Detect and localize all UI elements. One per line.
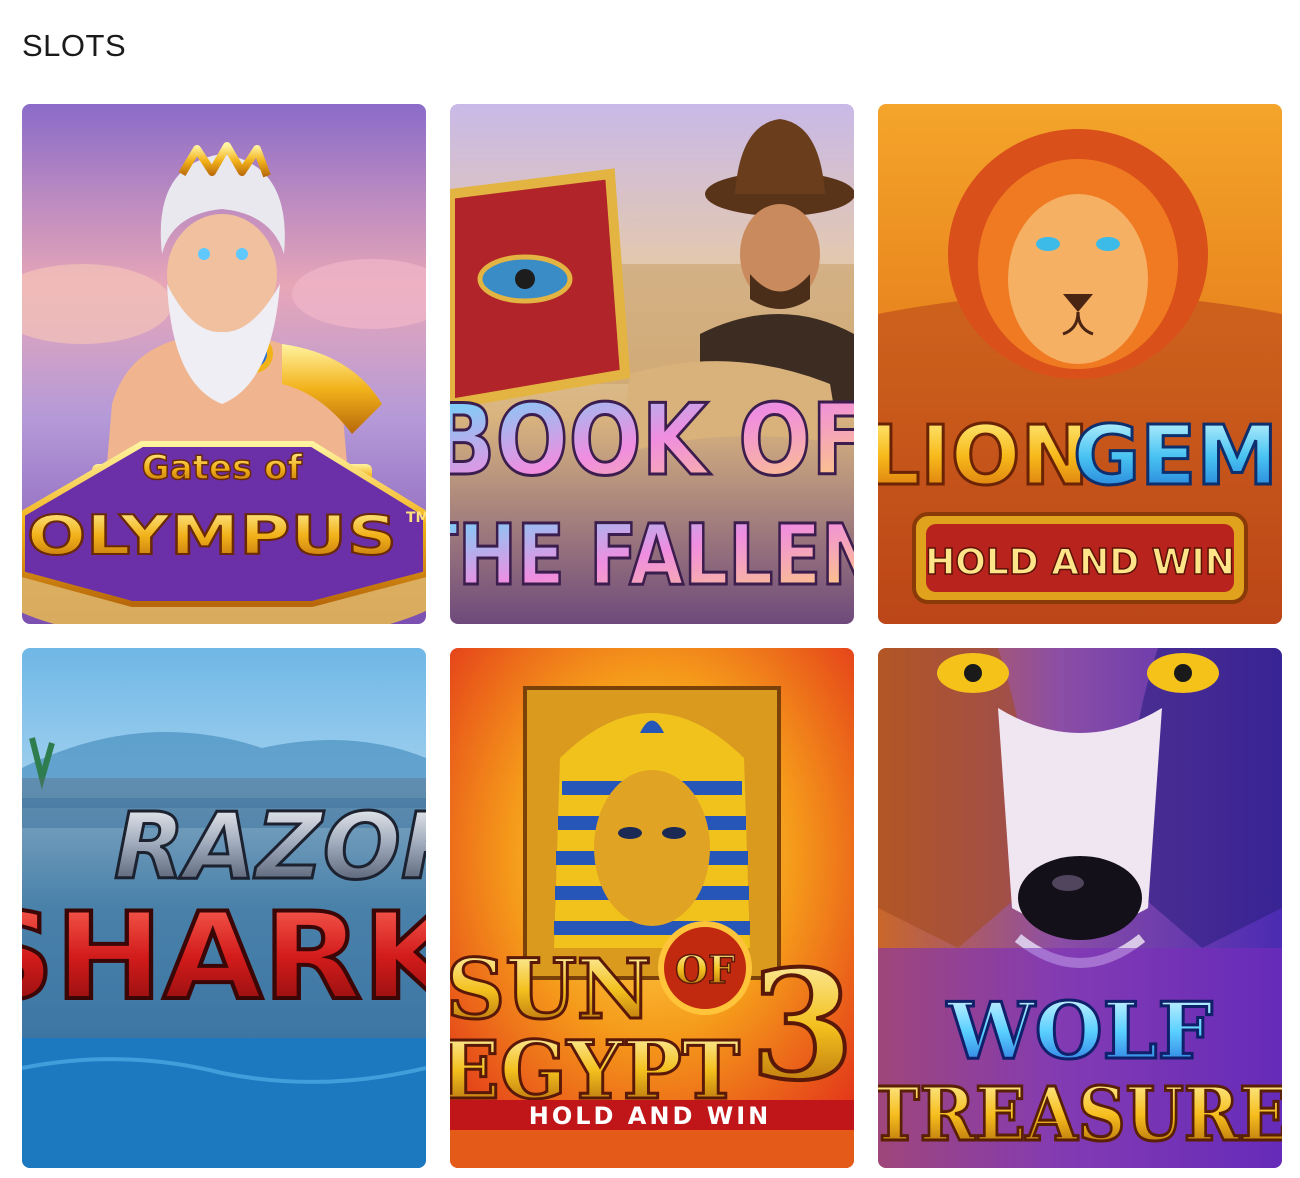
title-line-2: OLYMPUS xyxy=(27,504,397,567)
game-card-sun-of-egypt-3[interactable]: SUN OF EGYPT 3 HOLD AND WIN xyxy=(450,648,854,1168)
lion-artwork: LION GEMS HOLD AND WIN xyxy=(878,104,1282,624)
title-line-1: RAZOR xyxy=(114,793,426,900)
title-line-1: WOLF xyxy=(946,986,1213,1077)
title-line-1: Gates of xyxy=(142,448,304,488)
game-card-lion-gems[interactable]: LION GEMS HOLD AND WIN xyxy=(878,104,1282,624)
hold-and-win-badge: HOLD AND WIN xyxy=(925,542,1235,583)
title-line-2: TREASURE xyxy=(878,1072,1282,1158)
game-card-book-of-the-fallen[interactable]: BOOK OF THE FALLEN xyxy=(450,104,854,624)
title-line-2: SHARK xyxy=(22,888,426,1027)
zeus-artwork: Gates of OLYMPUS TM xyxy=(22,104,426,624)
shark-artwork: RAZOR SHARK xyxy=(22,648,426,1168)
game-grid: Gates of OLYMPUS TM BOOK OF HE FALLEN LI… xyxy=(22,104,1282,1168)
wolf-artwork: WOLF TREASURE xyxy=(878,648,1282,1168)
title-line-1: BOOK OF xyxy=(450,384,854,498)
title-word-2: GEMS xyxy=(1073,409,1282,504)
game-card-razor-shark[interactable]: RAZOR SHARK xyxy=(22,648,426,1168)
title-number: 3 xyxy=(750,938,854,1114)
hold-and-win-badge: HOLD AND WIN xyxy=(529,1102,771,1130)
explorer-artwork: BOOK OF THE FALLEN xyxy=(450,104,854,624)
trademark-mark: TM xyxy=(406,510,426,526)
game-card-wolf-treasure[interactable]: WOLF TREASURE xyxy=(878,648,1282,1168)
title-of: OF xyxy=(675,947,735,992)
pharaoh-artwork: SUN OF EGYPT 3 HOLD AND WIN xyxy=(450,648,854,1168)
section-title: SLOTS xyxy=(22,28,127,63)
game-card-gates-of-olympus[interactable]: Gates of OLYMPUS TM xyxy=(22,104,426,624)
title-line-2: THE FALLEN xyxy=(450,506,854,604)
title-word-1: LION xyxy=(878,409,1089,504)
